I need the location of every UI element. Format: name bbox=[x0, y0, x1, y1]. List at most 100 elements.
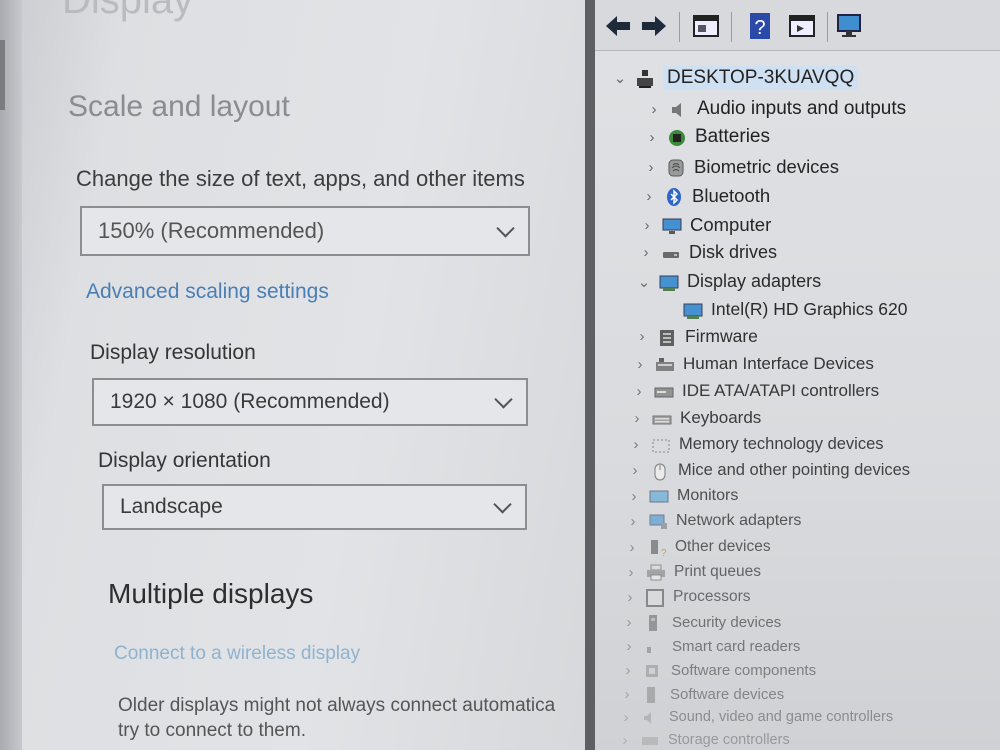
advanced-scaling-link[interactable]: Advanced scaling settings bbox=[86, 280, 329, 304]
tree-item-label: Processors bbox=[673, 588, 751, 605]
tree-item-label: Keyboards bbox=[680, 408, 762, 427]
chevron-right-icon[interactable]: › bbox=[632, 383, 646, 400]
tree-item-security-devices[interactable]: › Security devices bbox=[622, 613, 781, 631]
tree-item-label: Print queues bbox=[674, 563, 762, 580]
tree-item-label: Intel(R) HD Graphics 620 bbox=[711, 299, 908, 319]
scan-icon[interactable] bbox=[835, 12, 867, 40]
older-displays-text: Older displays might not always connect … bbox=[118, 693, 585, 743]
chevron-right-icon[interactable]: › bbox=[625, 539, 639, 556]
chevron-right-icon[interactable]: › bbox=[624, 564, 638, 581]
chevron-right-icon[interactable]: › bbox=[621, 662, 635, 679]
resolution-dropdown[interactable]: 1920 × 1080 (Recommended) bbox=[92, 378, 528, 426]
tree-item-label: Firmware bbox=[685, 326, 758, 346]
firmware-icon bbox=[657, 328, 677, 346]
mouse-icon bbox=[650, 462, 670, 480]
tree-item-label: Software components bbox=[671, 661, 817, 679]
tree-item-computer[interactable]: › Computer bbox=[640, 214, 772, 236]
tree-item-label: Audio inputs and outputs bbox=[697, 98, 907, 119]
tree-item-mice-and-other-pointing-devices[interactable]: › Mice and other pointing devices bbox=[628, 461, 910, 480]
tree-item-other-devices[interactable]: ›? Other devices bbox=[625, 538, 771, 559]
tree-item-print-queues[interactable]: › Print queues bbox=[624, 563, 761, 581]
computer-icon bbox=[662, 216, 682, 234]
tree-item-disk-drives[interactable]: › Disk drives bbox=[639, 242, 778, 263]
tree-item-label: Storage controllers bbox=[668, 732, 790, 748]
printer-icon bbox=[646, 563, 666, 581]
tree-item-sound-video-and-game-controllers[interactable]: › Sound, video and game controllers bbox=[619, 708, 894, 726]
display-adapter-icon bbox=[683, 301, 703, 319]
speaker-icon bbox=[669, 100, 689, 118]
chevron-right-icon[interactable]: › bbox=[644, 159, 658, 176]
tree-item-keyboards[interactable]: › Keyboards bbox=[630, 408, 762, 428]
tree-item-batteries[interactable]: › Batteries bbox=[645, 126, 770, 148]
section-title-multiple: Multiple displays bbox=[108, 578, 314, 609]
orientation-dropdown[interactable]: Landscape bbox=[102, 484, 527, 530]
chevron-right-icon[interactable]: › bbox=[630, 410, 644, 427]
toolbar-separator bbox=[827, 12, 828, 42]
tree-item-bluetooth[interactable]: › Bluetooth bbox=[642, 185, 770, 207]
scale-dropdown[interactable]: 150% (Recommended) bbox=[80, 206, 530, 256]
toolbar-separator bbox=[679, 12, 680, 42]
chevron-right-icon[interactable]: › bbox=[633, 356, 647, 373]
chevron-right-icon[interactable]: › bbox=[618, 732, 632, 749]
device-manager-window: ? ⌄ DESKTOP-3KUAVQQ › Audio inputs and ou… bbox=[585, 0, 1000, 750]
chevron-down-icon[interactable]: ⌄ bbox=[637, 273, 651, 291]
wireless-display-link[interactable]: Connect to a wireless display bbox=[114, 643, 360, 665]
chevron-down-icon bbox=[496, 219, 515, 238]
resolution-label: Display resolution bbox=[90, 341, 256, 364]
chevron-right-icon[interactable]: › bbox=[619, 709, 633, 726]
battery-icon bbox=[667, 128, 687, 146]
tree-item-memory-technology-devices[interactable]: › Memory technology devices bbox=[629, 435, 884, 454]
chevron-right-icon[interactable]: › bbox=[622, 638, 636, 655]
tree-item-label: Memory technology devices bbox=[679, 435, 884, 453]
chevron-right-icon[interactable]: › bbox=[620, 686, 634, 703]
tree-item-label: Biometric devices bbox=[694, 156, 839, 177]
tree-item-firmware[interactable]: › Firmware bbox=[635, 326, 758, 347]
fingerprint-icon bbox=[666, 158, 686, 177]
chevron-right-icon[interactable]: › bbox=[629, 436, 643, 453]
chevron-right-icon[interactable]: › bbox=[627, 488, 641, 505]
tree-item-audio-inputs-and-outputs[interactable]: › Audio inputs and outputs bbox=[647, 98, 907, 120]
tree-item-biometric-devices[interactable]: › Biometric devices bbox=[644, 156, 839, 178]
help-icon[interactable]: ? bbox=[747, 12, 773, 40]
chevron-right-icon[interactable]: › bbox=[647, 101, 661, 118]
tree-item-network-adapters[interactable]: › Network adapters bbox=[626, 512, 802, 530]
chevron-right-icon[interactable]: › bbox=[645, 129, 659, 146]
chevron-down-icon[interactable]: ⌄ bbox=[613, 69, 627, 87]
chevron-right-icon[interactable]: › bbox=[635, 328, 649, 345]
tree-item-software-devices[interactable]: › Software devices bbox=[620, 685, 784, 703]
properties-icon[interactable] bbox=[691, 12, 721, 40]
action-icon[interactable] bbox=[787, 12, 817, 40]
page-title: Display bbox=[62, 0, 194, 22]
chevron-right-icon[interactable]: › bbox=[642, 188, 656, 205]
chevron-right-icon[interactable]: › bbox=[640, 217, 654, 234]
tree-item-label: Sound, video and game controllers bbox=[669, 709, 894, 725]
tree-item-processors[interactable]: › Processors bbox=[623, 588, 751, 607]
display-adapter-icon bbox=[659, 273, 679, 291]
tree-item-ide-ata-atapi-controllers[interactable]: › IDE ATA/ATAPI controllers bbox=[632, 381, 880, 401]
svg-text:?: ? bbox=[754, 17, 765, 39]
chevron-right-icon[interactable]: › bbox=[626, 513, 640, 530]
tree-item-software-components[interactable]: › Software components bbox=[621, 661, 817, 679]
tree-item-display-adapters[interactable]: ⌄ Display adapters bbox=[637, 271, 821, 292]
tree-item-monitors[interactable]: › Monitors bbox=[627, 487, 739, 505]
section-title-scale: Scale and layout bbox=[68, 90, 290, 123]
tree-item-label: Smart card readers bbox=[672, 637, 801, 655]
chevron-right-icon[interactable]: › bbox=[622, 614, 636, 631]
software-component-icon bbox=[643, 661, 663, 679]
tree-item-label: Security devices bbox=[672, 613, 782, 631]
computer-name: DESKTOP-3KUAVQQ bbox=[663, 66, 859, 90]
tree-item-human-interface-devices[interactable]: › Human Interface Devices bbox=[633, 354, 874, 374]
back-icon[interactable] bbox=[603, 12, 633, 40]
chevron-right-icon[interactable]: › bbox=[623, 589, 637, 606]
tree-item-intel-r-hd-graphics-620[interactable]: Intel(R) HD Graphics 620 bbox=[683, 299, 907, 320]
tree-item-label: IDE ATA/ATAPI controllers bbox=[682, 381, 880, 400]
other-devices-icon: ? bbox=[647, 538, 667, 559]
tree-item-smart-card-readers[interactable]: › Smart card readers bbox=[622, 637, 801, 655]
tree-root-computer[interactable]: ⌄ DESKTOP-3KUAVQQ bbox=[613, 66, 859, 90]
size-label: Change the size of text, apps, and other… bbox=[76, 166, 525, 191]
forward-icon[interactable] bbox=[639, 12, 669, 40]
chevron-right-icon[interactable]: › bbox=[639, 244, 653, 261]
svg-text:?: ? bbox=[661, 548, 667, 558]
tree-item-storage-controllers[interactable]: › Storage controllers bbox=[618, 731, 790, 749]
chevron-right-icon[interactable]: › bbox=[628, 462, 642, 479]
